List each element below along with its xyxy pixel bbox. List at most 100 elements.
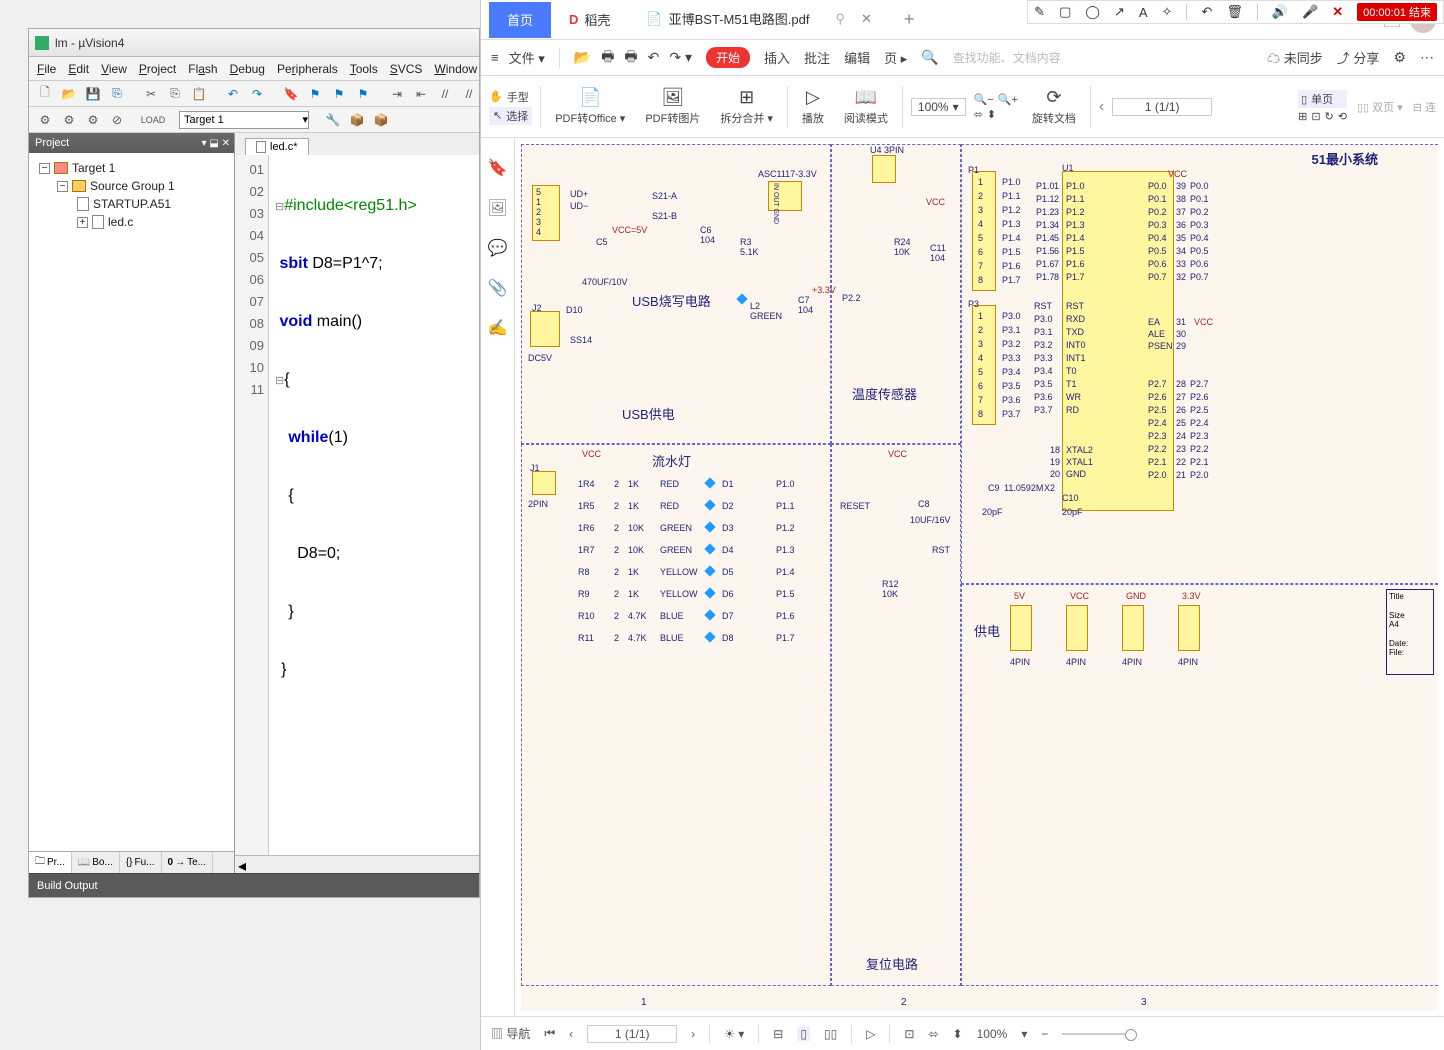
file-menu[interactable]: 文件 ▾ — [509, 48, 545, 67]
trash-icon[interactable]: 🗑 — [1226, 4, 1243, 20]
undo-icon[interactable]: ↶ — [1201, 4, 1212, 20]
record-timer[interactable]: 00:00:01 结束 — [1357, 3, 1437, 21]
tab-home[interactable]: 首页 — [489, 2, 551, 38]
brightness-icon[interactable]: ☀ ▾ — [724, 1027, 744, 1041]
comment-icon[interactable]: // — [435, 84, 455, 104]
ruler-icon[interactable]: ⊞ — [1298, 110, 1307, 123]
start-button[interactable]: 开始 — [706, 47, 750, 68]
redo-icon[interactable]: ↷ ▾ — [669, 49, 692, 66]
open-icon[interactable]: 📂 — [574, 49, 591, 66]
menu-file[interactable]: File — [37, 62, 56, 76]
tree-file-led[interactable]: +led.c — [35, 213, 228, 231]
menu-edit[interactable]: 编辑 — [844, 48, 870, 67]
layout-icon[interactable]: ⊟ — [773, 1027, 783, 1041]
flag-icon[interactable]: ⚑ — [353, 84, 373, 104]
rect-icon[interactable]: ▢ — [1059, 4, 1071, 20]
ruler-icon[interactable]: ↻ — [1325, 110, 1334, 123]
prev-page-icon[interactable]: ‹ — [1099, 98, 1104, 116]
thumbnail-icon[interactable]: 🖼 — [487, 198, 507, 218]
nav-toggle[interactable]: ▥ 导航 — [491, 1025, 530, 1042]
mic-icon[interactable]: 🎤 — [1302, 4, 1318, 20]
hand-tool[interactable]: ✋ 手型 — [489, 89, 532, 105]
close-icon[interactable]: ✕ — [1332, 4, 1343, 20]
continuous-icon[interactable]: ⊟ 连 — [1413, 99, 1436, 115]
uncomment-icon[interactable]: // — [459, 84, 479, 104]
tree-group[interactable]: −Source Group 1 — [35, 177, 228, 195]
menu-window[interactable]: Window — [434, 62, 477, 76]
options-icon[interactable]: 🔧 — [323, 110, 343, 130]
new-icon[interactable]: 🗋 — [35, 84, 55, 104]
close-tab-icon[interactable]: ✕ — [861, 11, 872, 27]
speaker-icon[interactable]: 🔊 — [1272, 4, 1288, 20]
circle-icon[interactable]: ◯ — [1085, 4, 1100, 20]
next-page-icon[interactable]: › — [691, 1027, 695, 1041]
split-merge[interactable]: ⊞拆分合并 ▾ — [714, 87, 779, 126]
pin-icon[interactable]: ⚲ — [835, 11, 845, 27]
double-page[interactable]: ▯▯ 双页 ▾ — [1357, 99, 1403, 115]
page-indicator[interactable]: 1 (1/1) — [1112, 98, 1212, 116]
fit-width-icon[interactable]: ⬄ — [974, 108, 983, 121]
menu-tools[interactable]: Tools — [350, 62, 378, 76]
menu-flash[interactable]: Flash — [188, 62, 217, 76]
save-icon[interactable]: 💾 — [83, 84, 103, 104]
menu-edit[interactable]: Edit — [68, 62, 89, 76]
zoom-in-icon[interactable]: 🔍+ — [998, 93, 1018, 106]
menu-insert[interactable]: 插入 — [764, 48, 790, 67]
rotate-button[interactable]: ⟳旋转文档 — [1026, 87, 1082, 126]
wand-icon[interactable]: ✧ — [1162, 4, 1173, 20]
print-icon[interactable]: 🖶 — [601, 46, 614, 70]
manage-icon[interactable]: 📦 — [371, 110, 391, 130]
tab-templates[interactable]: 0→ Te... — [162, 852, 213, 873]
code-area[interactable]: ⊟#include<reg51.h> sbit D8=P1^7; void ma… — [269, 155, 479, 855]
zoom-out-icon[interactable]: 🔍− — [974, 93, 994, 106]
fit-page-icon[interactable]: ⬍ — [987, 108, 996, 121]
zoom-minus[interactable]: − — [1041, 1027, 1048, 1041]
share-button[interactable]: ⤴ 分享 — [1337, 48, 1380, 67]
ruler-icon[interactable]: ⟲ — [1338, 110, 1347, 123]
more-icon[interactable]: ⋯ — [1420, 49, 1434, 66]
double-icon[interactable]: ▯▯ — [824, 1027, 837, 1041]
tab-docer[interactable]: D稻壳 — [551, 2, 628, 38]
comment-icon[interactable]: 💬 — [488, 238, 508, 258]
undo-icon[interactable]: ↶ — [648, 49, 660, 66]
bookmark-icon[interactable]: 🔖 — [281, 84, 301, 104]
undo-icon[interactable]: ↶ — [223, 84, 243, 104]
panel-controls[interactable]: ▾ ⬓ ✕ — [202, 138, 230, 149]
h-scrollbar[interactable]: ◂ — [235, 855, 479, 873]
cut-icon[interactable]: ✂ — [141, 84, 161, 104]
menu-svcs[interactable]: SVCS — [390, 62, 423, 76]
select-tool[interactable]: ↖ 选择 — [489, 107, 532, 125]
search-icon[interactable]: 🔍 — [921, 49, 938, 66]
menu-debug[interactable]: Debug — [230, 62, 265, 76]
saveall-icon[interactable]: ⎘ — [107, 84, 127, 104]
single-page[interactable]: ▯ 单页 — [1298, 90, 1347, 108]
play-button[interactable]: ▷播放 — [796, 87, 830, 126]
menu-page[interactable]: 页 ▸ — [884, 48, 907, 67]
prev-page-icon[interactable]: ‹ — [569, 1027, 573, 1041]
gear-icon[interactable]: ⚙ — [1393, 49, 1406, 66]
bookmark-icon[interactable]: 🔖 — [488, 158, 508, 178]
signature-icon[interactable]: ✍ — [488, 318, 508, 338]
first-page-icon[interactable]: ⏮ — [544, 1026, 555, 1041]
zoom-select[interactable]: 100% ▾ — [911, 98, 966, 116]
play-icon[interactable]: ▷ — [866, 1027, 875, 1041]
attachment-icon[interactable]: 📎 — [488, 278, 508, 298]
page-input[interactable]: 1 (1/1) — [587, 1025, 677, 1043]
copy-icon[interactable]: ⎘ — [165, 84, 185, 104]
pdf-to-office[interactable]: 📄PDF转Office ▾ — [549, 87, 631, 126]
target-select[interactable]: Target 1▾ — [179, 111, 309, 129]
tab-books[interactable]: 📖 Bo... — [72, 852, 120, 873]
arrow-icon[interactable]: ↗ — [1114, 4, 1125, 20]
indent-icon[interactable]: ⇥ — [387, 84, 407, 104]
manage-icon[interactable]: 📦 — [347, 110, 367, 130]
tree-target[interactable]: −Target 1 — [35, 159, 228, 177]
menu-project[interactable]: Project — [139, 62, 176, 76]
download-icon[interactable]: LOAD — [143, 110, 163, 130]
redo-icon[interactable]: ↷ — [247, 84, 267, 104]
pdf-canvas[interactable]: 51234 UD+ UD− S21-A S21-B VCC=5V C5 C610… — [515, 138, 1444, 1016]
print2-icon[interactable]: 🖶 — [624, 46, 637, 70]
read-mode[interactable]: 📖阅读模式 — [838, 87, 894, 126]
fit-icon[interactable]: ⬍ — [953, 1027, 963, 1041]
paste-icon[interactable]: 📋 — [189, 84, 209, 104]
translate-icon[interactable]: ⚙ — [83, 110, 103, 130]
